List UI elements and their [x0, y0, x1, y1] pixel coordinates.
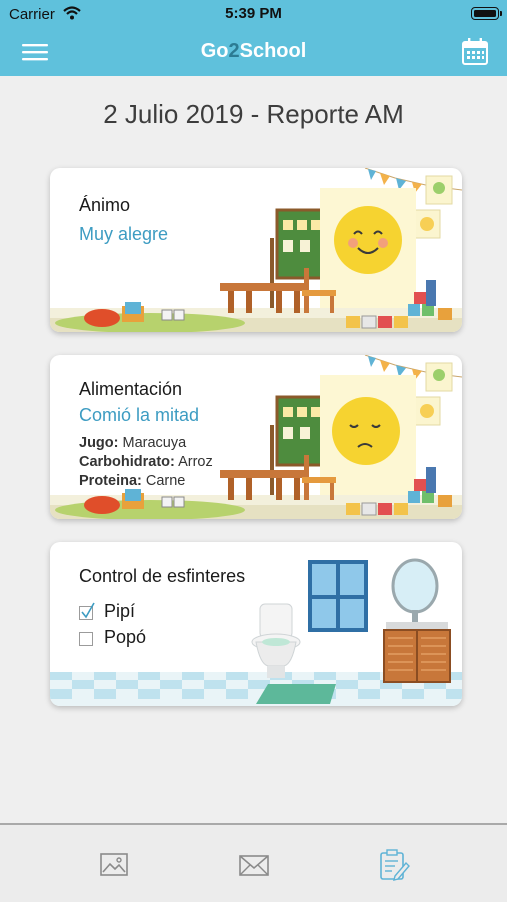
report-edit-icon	[380, 849, 410, 881]
app-title-two: 2	[228, 40, 240, 62]
food-detail-value: Carne	[141, 473, 186, 489]
pee-checkbox[interactable]	[79, 602, 95, 620]
calendar-icon[interactable]	[459, 36, 491, 68]
food-detail-protein: Proteina: Carne	[79, 473, 185, 489]
poop-checkbox[interactable]	[79, 632, 93, 646]
food-detail-key: Jugo:	[79, 435, 119, 451]
tab-bar	[0, 823, 507, 902]
app-title: Go2School	[0, 40, 507, 63]
status-bar: Carrier 5:39 PM	[0, 0, 507, 28]
classroom-happy-illustration	[50, 168, 462, 332]
poop-option-label: Popó	[104, 627, 147, 647]
messages-tab[interactable]	[234, 845, 274, 885]
checkmark-icon	[81, 602, 95, 619]
gallery-tab[interactable]	[94, 845, 134, 885]
battery-icon	[471, 7, 502, 20]
bathroom-label: Control de esfinteres	[79, 566, 246, 586]
status-time: 5:39 PM	[225, 5, 282, 22]
food-detail-key: Carbohidrato:	[79, 454, 175, 470]
food-detail-value: Arroz	[174, 454, 213, 470]
bathroom-card[interactable]: Control de esfinteres Pipí Popó	[50, 542, 462, 706]
image-icon	[100, 853, 128, 876]
mood-card[interactable]: Ánimo Muy alegre	[50, 168, 462, 332]
navigation-bar: Go2School	[0, 28, 507, 76]
food-detail-value: Maracuya	[118, 435, 187, 451]
food-label: Alimentación	[79, 379, 183, 399]
food-detail-juice: Jugo: Maracuya	[79, 435, 186, 451]
food-card[interactable]: Alimentación Comió la mitad Jugo: Maracu…	[50, 355, 462, 519]
app-title-school: School	[239, 40, 307, 62]
reports-tab[interactable]	[373, 845, 413, 885]
envelope-icon	[239, 855, 269, 876]
mood-value: Muy alegre	[79, 224, 169, 244]
pee-option-label: Pipí	[104, 601, 136, 621]
mood-label: Ánimo	[79, 195, 131, 215]
food-detail-carb: Carbohidrato: Arroz	[79, 454, 213, 470]
food-detail-key: Proteina:	[79, 473, 142, 489]
report-date-heading: 2 Julio 2019 - Reporte AM	[103, 99, 404, 129]
food-value: Comió la mitad	[79, 405, 200, 425]
app-title-go: Go	[200, 40, 229, 62]
